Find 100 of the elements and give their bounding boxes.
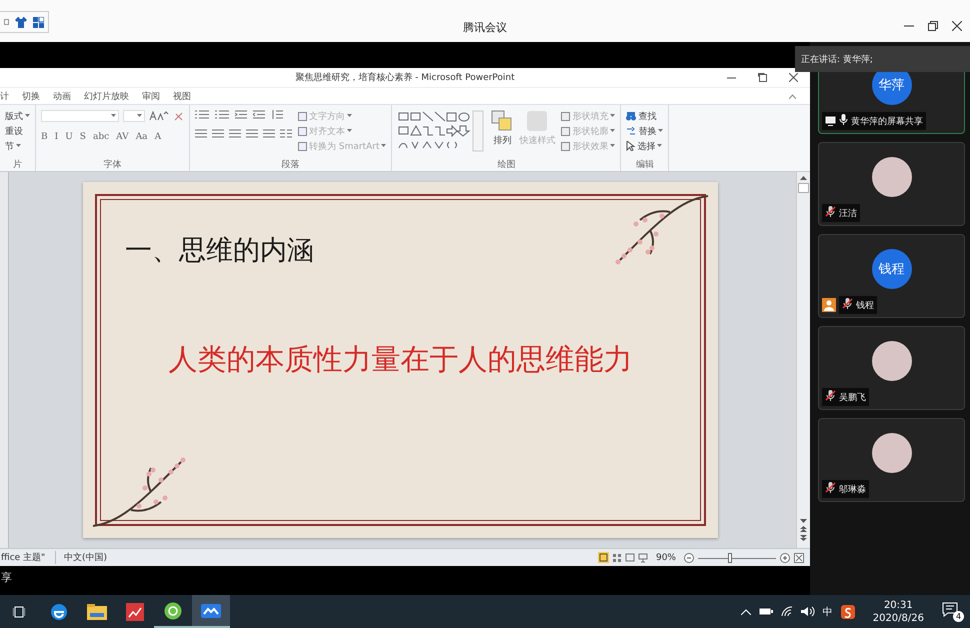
- ribbon-button[interactable]: 重设: [5, 125, 30, 137]
- ribbon-button[interactable]: 选择: [626, 140, 664, 152]
- scroll-up-icon[interactable]: [800, 176, 807, 180]
- font-size-field[interactable]: [123, 110, 145, 122]
- format-button[interactable]: U: [65, 132, 73, 142]
- group-label: 绘图: [497, 160, 516, 170]
- zoom-in-icon[interactable]: [780, 552, 790, 562]
- close-icon[interactable]: [952, 21, 962, 31]
- restore-icon[interactable]: [928, 21, 938, 31]
- participant-name: 黄华萍的屏幕共享: [851, 116, 923, 128]
- participant-tile[interactable]: 吴鹏飞: [818, 326, 965, 410]
- line-spacing-icon[interactable]: [271, 110, 283, 119]
- previous-slide-icon[interactable]: [800, 526, 807, 532]
- replace-icon: [626, 126, 636, 136]
- muted-microphone-icon[interactable]: [842, 298, 853, 309]
- scrollbar-thumb[interactable]: [798, 183, 809, 193]
- shapes-gallery[interactable]: [397, 110, 486, 152]
- align-center-icon[interactable]: [212, 129, 224, 138]
- participant-tile[interactable]: 钱程 钱程: [818, 234, 965, 318]
- slide-statement: 人类的本质性力量在于人的思维能力: [168, 341, 634, 378]
- ribbon-tab[interactable]: 计: [0, 90, 9, 102]
- format-button[interactable]: AV: [116, 132, 129, 142]
- folder-icon: [87, 604, 107, 620]
- chart-app-icon: [126, 602, 144, 620]
- align-left-icon[interactable]: [195, 129, 207, 138]
- meeting-app-icon: [201, 604, 221, 618]
- group-label: 字体: [104, 160, 122, 170]
- normal-view-icon[interactable]: [598, 552, 609, 563]
- participant-tile[interactable]: 汪洁: [818, 142, 965, 226]
- caret-icon: [137, 114, 142, 118]
- group-label: 段落: [282, 160, 300, 170]
- sorter-view-icon[interactable]: [612, 552, 622, 562]
- scroll-down-icon[interactable]: [800, 519, 807, 523]
- clock-date: 2020/8/26: [872, 612, 924, 624]
- grid-icon[interactable]: [33, 16, 44, 28]
- caret-icon: [25, 114, 30, 118]
- clear-format-icon[interactable]: [173, 110, 184, 122]
- ribbon-tab[interactable]: 动画: [53, 90, 71, 102]
- ribbon-button[interactable]: 节: [5, 140, 30, 152]
- chevron-up-icon[interactable]: [740, 608, 751, 614]
- reading-view-icon[interactable]: [624, 552, 635, 562]
- format-button[interactable]: abc: [92, 132, 110, 142]
- slideshow-icon[interactable]: [638, 552, 648, 562]
- format-button[interactable]: A: [154, 132, 162, 142]
- language-label: 中文(中国): [55, 551, 108, 564]
- format-button[interactable]: Aa: [136, 132, 148, 142]
- taskbar-app[interactable]: [192, 595, 230, 628]
- align-right-icon[interactable]: [229, 129, 241, 138]
- close-icon[interactable]: [789, 73, 798, 82]
- ribbon-tab[interactable]: 切换: [22, 90, 40, 102]
- indent-icon[interactable]: [235, 110, 247, 119]
- notification-button[interactable]: 4: [942, 602, 964, 622]
- ribbon-button[interactable]: 排列: [491, 110, 514, 158]
- justify-icon[interactable]: [246, 129, 258, 138]
- maximize-icon[interactable]: [758, 73, 767, 82]
- caret-icon: [381, 144, 386, 148]
- volume-icon[interactable]: [800, 606, 815, 617]
- microphone-icon[interactable]: [839, 114, 848, 125]
- square-icon[interactable]: [4, 19, 9, 25]
- input-app-icon[interactable]: [840, 604, 855, 618]
- ribbon-button[interactable]: 版式: [5, 110, 30, 122]
- format-button[interactable]: B: [41, 132, 48, 142]
- shirt-icon[interactable]: [15, 16, 27, 28]
- format-button[interactable]: I: [54, 132, 58, 142]
- ribbon-button[interactable]: 查找: [626, 110, 664, 122]
- slider-thumb[interactable]: [728, 552, 732, 562]
- browser-icon: [50, 602, 68, 620]
- participant-tile[interactable]: 邬琳淼: [818, 418, 965, 502]
- next-slide-icon[interactable]: [800, 535, 807, 541]
- grow-font-icon[interactable]: [149, 111, 169, 121]
- chat-app-icon: [164, 602, 182, 620]
- caret-icon: [610, 129, 616, 133]
- muted-microphone-icon[interactable]: [825, 482, 836, 493]
- scrollbar[interactable]: [796, 172, 810, 548]
- participant-name: 邬琳淼: [839, 484, 866, 496]
- input-method-indicator[interactable]: 中: [822, 604, 833, 618]
- ribbon-tab[interactable]: 视图: [173, 90, 191, 102]
- avatar-initials: 钱程: [872, 249, 912, 289]
- battery-icon[interactable]: [758, 607, 773, 616]
- wifi-icon[interactable]: [780, 606, 793, 617]
- clock[interactable]: 20:31 2020/8/26: [872, 598, 924, 624]
- ribbon-tab[interactable]: 审阅: [142, 90, 160, 102]
- person-icon: [822, 298, 836, 312]
- bullets-icon[interactable]: [195, 110, 209, 119]
- zoom-out-icon[interactable]: [684, 552, 694, 562]
- window-title: 聚焦思维研究，培育核心素养 - Microsoft PowerPoint: [295, 73, 515, 83]
- ribbon-button[interactable]: 替换: [626, 125, 664, 137]
- caption-text: 享: [1, 571, 12, 584]
- outdent-icon[interactable]: [253, 110, 265, 119]
- numbering-icon[interactable]: [215, 110, 229, 119]
- pointer-icon: [626, 141, 636, 151]
- participant-name: 吴鹏飞: [839, 392, 866, 404]
- collapse-ribbon-icon[interactable]: [789, 94, 796, 98]
- fit-slide-icon[interactable]: [794, 552, 804, 562]
- theme-label: ffice 主题": [1, 552, 46, 564]
- format-button[interactable]: S: [80, 132, 86, 142]
- ribbon-tab[interactable]: 幻灯片放映: [84, 90, 129, 102]
- muted-microphone-icon[interactable]: [825, 206, 836, 217]
- muted-microphone-icon[interactable]: [825, 390, 836, 401]
- font-name-field[interactable]: [41, 110, 119, 122]
